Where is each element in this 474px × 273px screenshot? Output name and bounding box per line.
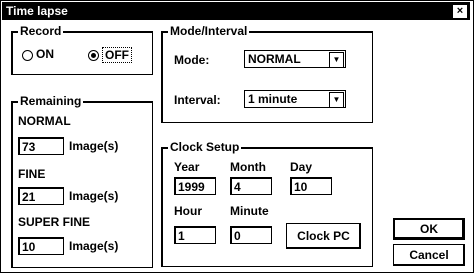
remaining-fine-field: 21 — [18, 187, 64, 205]
remaining-fine-label: FINE — [18, 167, 46, 181]
minute-field[interactable]: 0 — [230, 226, 272, 244]
interval-select-value: 1 minute — [248, 92, 298, 106]
month-label: Month — [230, 160, 266, 174]
chevron-down-icon[interactable]: ▼ — [329, 52, 344, 68]
day-label: Day — [290, 160, 313, 174]
interval-label: Interval: — [174, 93, 221, 107]
month-field[interactable]: 4 — [230, 177, 272, 195]
record-group-title: Record — [18, 24, 64, 38]
mode-select[interactable]: NORMAL ▼ — [244, 50, 346, 68]
record-off-radio[interactable] — [88, 50, 99, 61]
mode-label: Mode: — [174, 53, 210, 67]
title-bar[interactable]: Time lapse × — [2, 2, 470, 20]
year-field[interactable]: 1999 — [174, 177, 216, 195]
remaining-normal-field: 73 — [18, 137, 64, 155]
ok-button[interactable]: OK — [393, 218, 465, 240]
clock-pc-button[interactable]: Clock PC — [286, 223, 361, 249]
window-title: Time lapse — [6, 4, 68, 18]
day-field[interactable]: 10 — [290, 177, 332, 195]
record-on-label[interactable]: ON — [36, 47, 54, 61]
interval-select[interactable]: 1 minute ▼ — [244, 90, 346, 108]
year-label: Year — [174, 160, 200, 174]
remaining-group: Remaining NORMAL 73 Image(s) FINE 21 Ima… — [11, 94, 153, 268]
time-lapse-dialog: Time lapse × Record ON OFF Remaining NOR… — [0, 0, 474, 273]
remaining-fine-unit: Image(s) — [69, 189, 119, 203]
mode-select-value: NORMAL — [248, 52, 301, 66]
minute-label: Minute — [230, 204, 269, 218]
mode-interval-group: Mode/Interval Mode: NORMAL ▼ Interval: 1… — [161, 24, 373, 123]
remaining-superfine-field: 10 — [18, 237, 64, 255]
mode-interval-group-title: Mode/Interval — [168, 24, 250, 38]
close-icon[interactable]: × — [452, 4, 468, 19]
record-off-label[interactable]: OFF — [102, 47, 132, 63]
hour-label: Hour — [174, 204, 202, 218]
clock-setup-group-title: Clock Setup — [168, 140, 242, 154]
record-group: Record ON OFF — [11, 24, 153, 75]
record-on-radio[interactable] — [22, 50, 33, 61]
chevron-down-icon[interactable]: ▼ — [329, 92, 344, 108]
remaining-superfine-unit: Image(s) — [69, 239, 119, 253]
clock-setup-group: Clock Setup Year Month Day 1999 4 10 Hou… — [161, 140, 373, 267]
remaining-normal-label: NORMAL — [18, 114, 71, 128]
remaining-superfine-label: SUPER FINE — [18, 215, 91, 229]
hour-field[interactable]: 1 — [174, 226, 216, 244]
cancel-button[interactable]: Cancel — [393, 244, 465, 266]
remaining-normal-unit: Image(s) — [69, 139, 119, 153]
remaining-group-title: Remaining — [18, 94, 84, 108]
